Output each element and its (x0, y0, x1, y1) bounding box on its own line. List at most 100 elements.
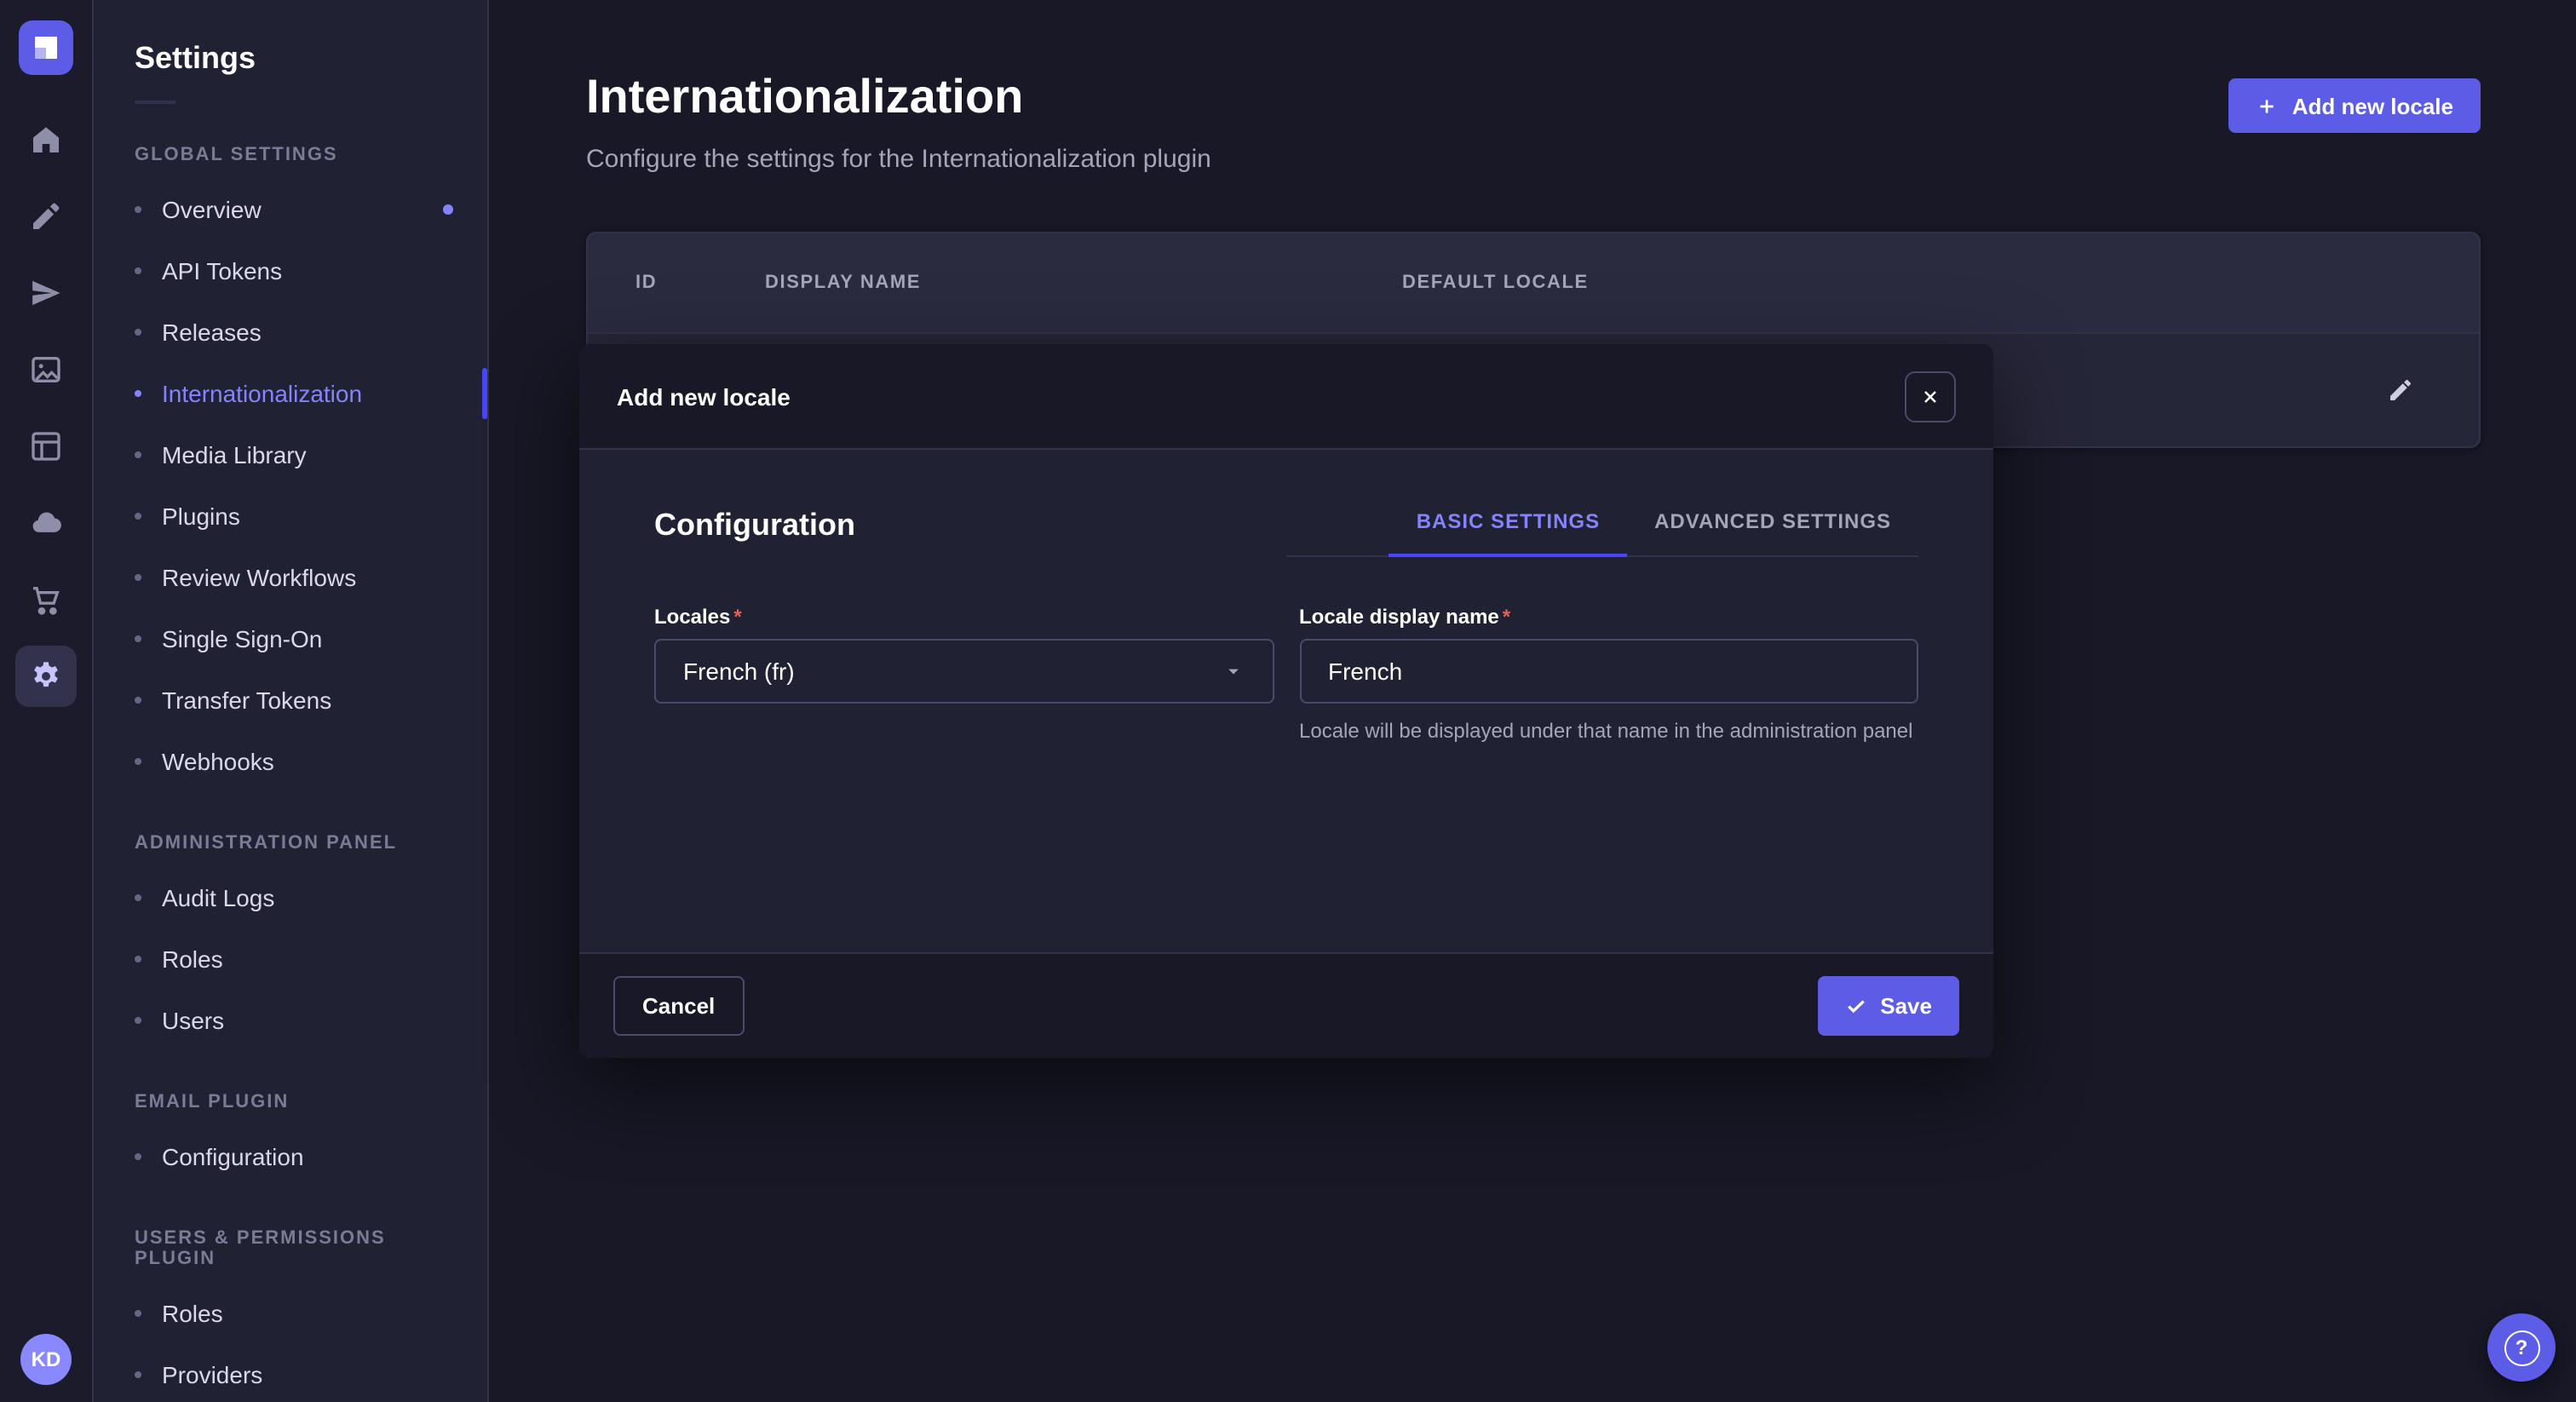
question-mark-icon: ? (2504, 1330, 2539, 1365)
sidebar-title: Settings (94, 41, 487, 77)
subnav-section-label: USERS & PERMISSIONS PLUGIN (135, 1228, 446, 1269)
bullet-icon (135, 451, 141, 458)
sidebar-item-label: API Tokens (162, 257, 282, 284)
column-header-display-name: DISPLAY NAME (765, 273, 1402, 293)
sidebar-item-label: Roles (162, 945, 223, 973)
sidebar-item-single-sign-on[interactable]: Single Sign-On (94, 608, 487, 669)
bullet-icon (135, 956, 141, 962)
subnav-section: USERS & PERMISSIONS PLUGIN Roles Providers (94, 1228, 487, 1402)
locales-select-value: French (fr) (683, 658, 795, 685)
settings-tabs: BASIC SETTINGS ADVANCED SETTINGS (1287, 509, 1918, 557)
sidebar-item-transfer-tokens[interactable]: Transfer Tokens (94, 669, 487, 731)
sidebar-item-label: Plugins (162, 503, 240, 530)
bullet-icon (135, 1310, 141, 1317)
sidebar-item-users[interactable]: Users (94, 990, 487, 1051)
column-header-id: ID (635, 273, 765, 293)
bullet-icon (135, 329, 141, 336)
save-button[interactable]: Save (1817, 976, 1959, 1036)
cancel-button[interactable]: Cancel (613, 976, 744, 1036)
sidebar-item-review-workflows[interactable]: Review Workflows (94, 547, 487, 608)
bullet-icon (135, 1371, 141, 1378)
subnav-section: ADMINISTRATION PANEL Audit Logs Roles Users (94, 833, 487, 1051)
add-new-locale-label: Add new locale (2292, 93, 2453, 118)
help-button[interactable]: ? (2487, 1313, 2556, 1382)
tab-basic-settings[interactable]: BASIC SETTINGS (1389, 509, 1627, 557)
content-type-builder-icon[interactable] (15, 416, 77, 477)
releases-icon[interactable] (15, 262, 77, 324)
app-window: KD Settings GLOBAL SETTINGSOverviewAPI T… (0, 0, 2576, 1402)
rail-icon-nav (15, 109, 77, 707)
bullet-icon (135, 894, 141, 901)
bullet-icon (135, 1017, 141, 1024)
chevron-down-icon (1221, 659, 1245, 683)
bullet-icon (135, 758, 141, 765)
close-icon (1920, 386, 1941, 406)
modal-footer: Cancel Save (579, 952, 1993, 1058)
sidebar-item-webhooks[interactable]: Webhooks (94, 731, 487, 792)
sidebar-item-label: Webhooks (162, 748, 274, 775)
settings-sidebar: Settings GLOBAL SETTINGSOverviewAPI Toke… (94, 0, 489, 1402)
edit-locale-button[interactable] (2377, 366, 2424, 414)
sidebar-item-label: Roles (162, 1300, 223, 1327)
media-library-icon[interactable] (15, 339, 77, 400)
page-subtitle: Configure the settings for the Internati… (586, 145, 1211, 174)
add-new-locale-button[interactable]: Add new locale (2229, 78, 2481, 133)
table-header-row: ID DISPLAY NAME DEFAULT LOCALE (588, 233, 2479, 332)
locales-label: Locales* (654, 605, 1274, 629)
page-header: Internationalization Configure the setti… (586, 72, 2481, 174)
modal-body: Configuration BASIC SETTINGS ADVANCED SE… (579, 450, 1993, 952)
bullet-icon (135, 513, 141, 520)
sidebar-item-roles[interactable]: Roles (94, 1283, 487, 1344)
modal-header: Add new locale (579, 344, 1993, 450)
locales-field: Locales* French (fr) (654, 605, 1274, 747)
avatar[interactable]: KD (20, 1334, 72, 1385)
sidebar-item-media-library[interactable]: Media Library (94, 424, 487, 486)
sidebar-item-label: Configuration (162, 1143, 304, 1170)
sidebar-item-label: Providers (162, 1361, 262, 1388)
subnav-section: GLOBAL SETTINGSOverviewAPI TokensRelease… (94, 145, 487, 792)
modal-title: Add new locale (617, 382, 791, 410)
sidebar-item-api-tokens[interactable]: API Tokens (94, 240, 487, 302)
subnav-sections: GLOBAL SETTINGSOverviewAPI TokensRelease… (94, 145, 487, 1402)
column-header-default-locale: DEFAULT LOCALE (1402, 273, 2424, 293)
sidebar-item-label: Transfer Tokens (162, 687, 331, 714)
strapi-logo-icon (19, 20, 73, 75)
save-button-label: Save (1880, 993, 1932, 1019)
required-asterisk: * (1503, 605, 1510, 629)
subnav-section-label: ADMINISTRATION PANEL (135, 833, 446, 853)
deploy-cloud-icon[interactable] (15, 492, 77, 554)
sidebar-item-overview[interactable]: Overview (94, 179, 487, 240)
sidebar-item-plugins[interactable]: Plugins (94, 486, 487, 547)
home-icon[interactable] (15, 109, 77, 170)
add-locale-modal: Add new locale Configuration BASIC SETTI… (579, 344, 1993, 1058)
bullet-icon (135, 697, 141, 704)
configuration-heading: Configuration (654, 508, 855, 543)
close-modal-button[interactable] (1905, 371, 1956, 422)
sidebar-item-internationalization[interactable]: Internationalization (94, 363, 487, 424)
sidebar-item-audit-logs[interactable]: Audit Logs (94, 867, 487, 928)
settings-gear-icon[interactable] (15, 646, 77, 707)
display-name-field: Locale display name* Locale will be disp… (1299, 605, 1918, 747)
tab-advanced-settings[interactable]: ADVANCED SETTINGS (1627, 509, 1918, 557)
bullet-icon (135, 574, 141, 581)
content-manager-icon[interactable] (15, 186, 77, 247)
display-name-input[interactable] (1328, 658, 1889, 685)
modal-head-row: Configuration BASIC SETTINGS ADVANCED SE… (654, 508, 1918, 557)
bullet-icon (135, 206, 141, 213)
pencil-icon (2387, 376, 2414, 404)
bullet-icon (135, 1153, 141, 1160)
check-icon (1844, 995, 1866, 1017)
display-name-hint: Locale will be displayed under that name… (1299, 717, 1918, 747)
sidebar-item-label: Audit Logs (162, 884, 274, 911)
locale-form: Locales* French (fr) Locale display name… (654, 605, 1918, 747)
sidebar-item-providers[interactable]: Providers (94, 1344, 487, 1402)
sidebar-item-label: Review Workflows (162, 564, 356, 591)
bullet-icon (135, 635, 141, 642)
sidebar-item-roles[interactable]: Roles (94, 928, 487, 990)
bullet-icon (135, 390, 141, 397)
sidebar-item-configuration[interactable]: Configuration (94, 1126, 487, 1187)
locales-select[interactable]: French (fr) (654, 639, 1274, 704)
marketplace-cart-icon[interactable] (15, 569, 77, 630)
strapi-logo[interactable] (19, 20, 73, 75)
sidebar-item-releases[interactable]: Releases (94, 302, 487, 363)
